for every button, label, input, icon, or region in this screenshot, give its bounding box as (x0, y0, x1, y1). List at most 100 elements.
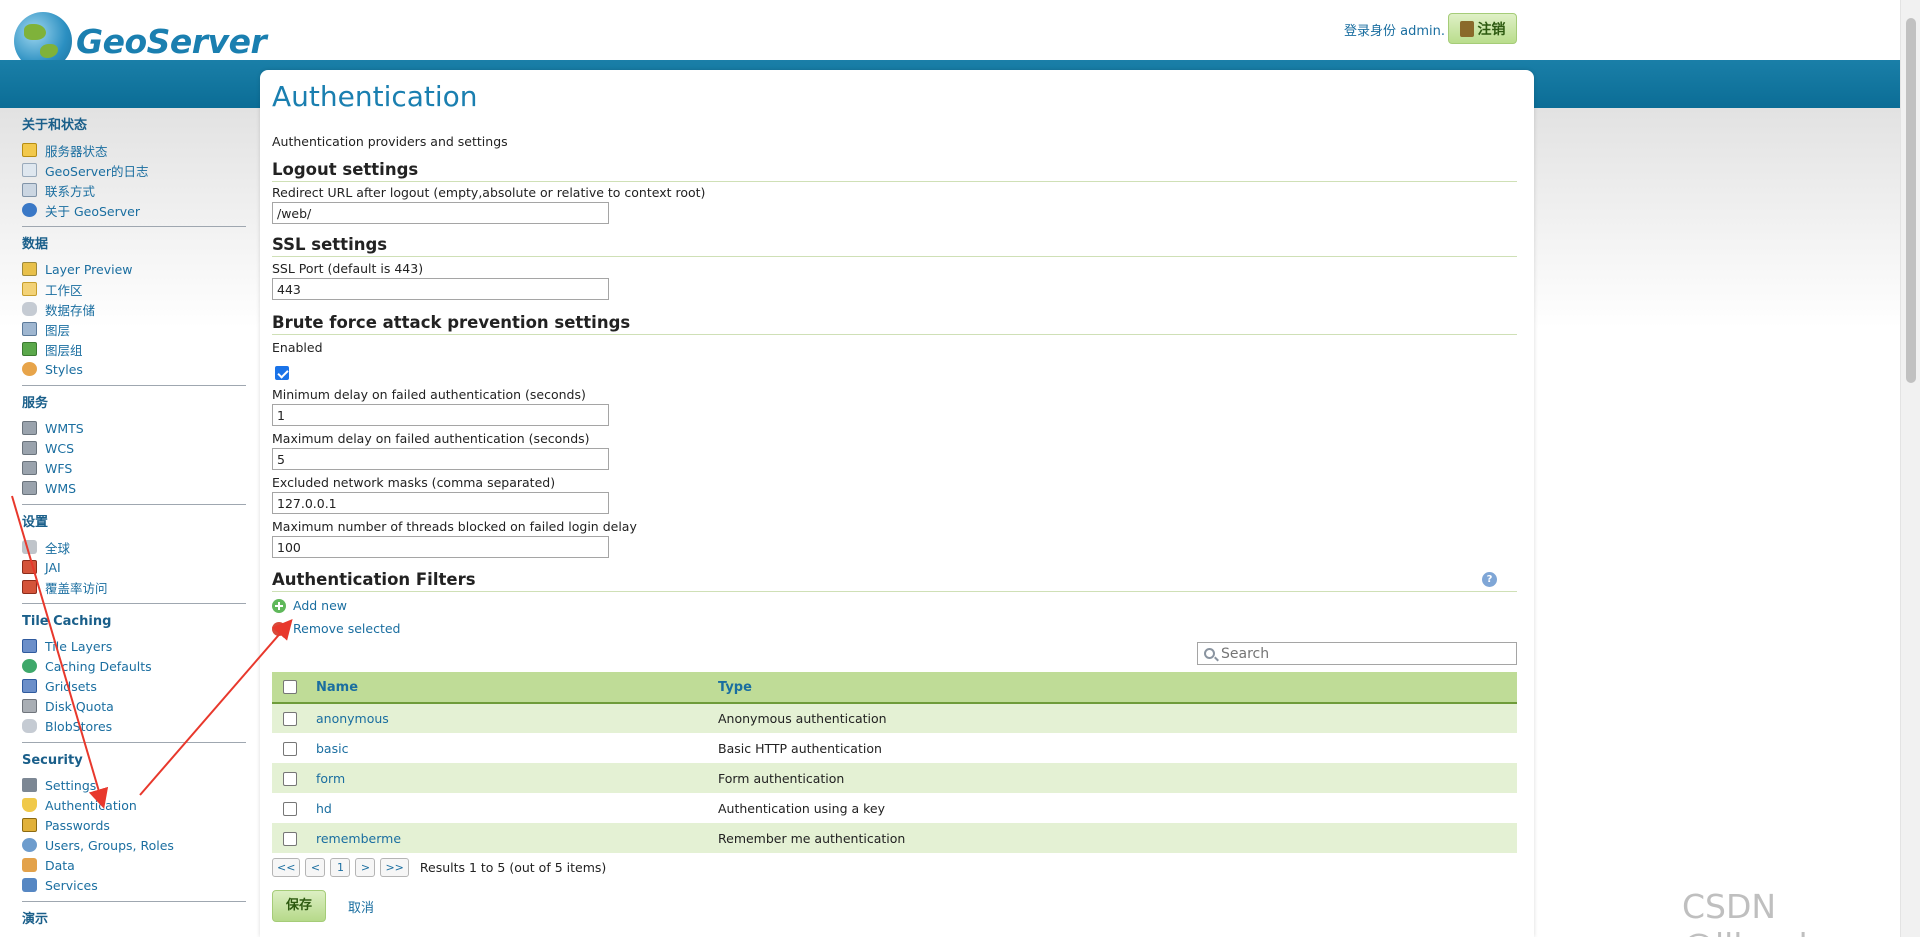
sidebar-item-passwords[interactable]: Passwords (22, 815, 247, 835)
sidebar-item-gridsets[interactable]: Gridsets (22, 676, 247, 696)
sidebar-item-disk-quota[interactable]: Disk Quota (22, 696, 247, 716)
sidebar-item-label: BlobStores (45, 718, 113, 734)
min-delay-input[interactable] (272, 404, 609, 426)
search-box[interactable] (1197, 642, 1517, 665)
pager-page-button[interactable]: 1 (330, 857, 351, 877)
sidebar-item-label: JAI (45, 559, 61, 575)
filter-name-link[interactable]: form (316, 763, 718, 793)
database-icon (22, 719, 37, 733)
sidebar-item-label: 服务器状态 (45, 143, 108, 159)
ssl-settings-section: SSL settings SSL Port (default is 443) (272, 235, 1517, 300)
column-header-type[interactable]: Type (718, 672, 1517, 704)
sidebar-item-wmts[interactable]: WMTS (22, 418, 247, 438)
logout-button[interactable]: 注销 (1448, 13, 1517, 44)
filter-type: Anonymous authentication (718, 711, 887, 726)
sidebar-item-services[interactable]: Services (22, 875, 247, 895)
help-icon[interactable]: ? (1482, 572, 1497, 587)
brute-force-enabled-checkbox[interactable] (275, 365, 289, 380)
ssl-port-input[interactable] (272, 278, 609, 300)
nav-section-heading: 数据 (22, 237, 49, 252)
sidebar-item-label: Gridsets (45, 678, 97, 694)
row-checkbox[interactable] (283, 741, 297, 756)
page-scrollbar[interactable] (1900, 0, 1920, 937)
sidebar-item[interactable]: 数据存储 (22, 299, 247, 319)
redirect-url-input[interactable] (272, 202, 609, 224)
filter-name-link[interactable]: rememberme (316, 823, 718, 853)
pager-next-button[interactable]: > (355, 857, 376, 877)
services-icon (22, 878, 37, 892)
sidebar-item[interactable]: 联系方式 (22, 180, 247, 200)
filter-name-link[interactable]: basic (316, 733, 718, 763)
row-checkbox[interactable] (283, 831, 297, 846)
pager-last-button[interactable]: >> (380, 857, 409, 877)
row-checkbox[interactable] (283, 712, 297, 727)
sidebar-item-geoserver[interactable]: 关于 GeoServer (22, 200, 247, 220)
nav-section-heading: 关于和状态 (22, 118, 88, 133)
sidebar-item[interactable]: 服务器状态 (22, 140, 247, 160)
save-button[interactable]: 保存 (272, 890, 326, 922)
sidebar-item[interactable]: 全球 (22, 537, 247, 557)
filter-name-link[interactable]: anonymous (316, 703, 718, 733)
search-icon (1204, 648, 1215, 659)
sidebar-item-label: Tile Layers (45, 638, 113, 654)
add-new-label: Add new (293, 598, 348, 613)
sidebar-item-styles[interactable]: Styles (22, 359, 247, 379)
max-threads-input[interactable] (272, 536, 609, 558)
sidebar-item-label: GeoServer的日志 (45, 163, 149, 179)
remove-selected-link[interactable]: Remove selected (272, 617, 1517, 640)
excluded-masks-input[interactable] (272, 492, 609, 514)
add-new-link[interactable]: Add new (272, 594, 1517, 617)
excluded-masks-label: Excluded network masks (comma separated) (272, 475, 556, 490)
server-icon (22, 441, 37, 455)
nav-section: 设置全球 JAI 覆盖率访问 (22, 513, 247, 597)
info-icon (22, 203, 37, 217)
sidebar-item-label: Layer Preview (45, 261, 133, 277)
sidebar-item-data[interactable]: Data (22, 855, 247, 875)
table-row: hd Authentication using a key (272, 793, 1517, 823)
jai-icon (22, 560, 37, 574)
sidebar-item-caching-defaults[interactable]: Caching Defaults (22, 656, 247, 676)
column-header-name[interactable]: Name (316, 672, 718, 704)
logout-label: 注销 (1477, 21, 1506, 38)
sidebar-item[interactable]: 图层组 (22, 339, 247, 359)
search-input[interactable] (1221, 645, 1501, 662)
sidebar-item[interactable]: 工作区 (22, 279, 247, 299)
pager-prev-button[interactable]: < (305, 857, 326, 877)
filter-name-link[interactable]: hd (316, 793, 718, 823)
login-info: 登录身份 admin. (1344, 24, 1445, 39)
nav-section-heading: 设置 (22, 515, 49, 530)
scroll-thumb[interactable] (1906, 18, 1916, 383)
sidebar-item-wcs[interactable]: WCS (22, 438, 247, 458)
select-all-checkbox[interactable] (283, 680, 297, 694)
nav-section: 关于和状态服务器状态 GeoServer的日志 联系方式 关于 GeoServer (22, 116, 247, 220)
sidebar-item-wfs[interactable]: WFS (22, 458, 247, 478)
nav-divider (22, 901, 246, 902)
max-delay-input[interactable] (272, 448, 609, 470)
remove-selected-label: Remove selected (293, 621, 401, 636)
nav-section: 数据 Layer Preview 工作区 数据存储 图层 图层组 Styles (22, 235, 247, 379)
sidebar-item[interactable]: 图层 (22, 319, 247, 339)
row-checkbox[interactable] (283, 801, 297, 816)
sidebar-item[interactable]: 覆盖率访问 (22, 577, 247, 597)
lock-icon (22, 818, 37, 832)
row-checkbox[interactable] (283, 771, 297, 786)
sidebar-item-label: Styles (45, 361, 83, 377)
sidebar-item-tile-layers[interactable]: Tile Layers (22, 636, 247, 656)
sidebar-item-authentication[interactable]: Authentication (22, 795, 247, 815)
sidebar-item-wms[interactable]: WMS (22, 478, 247, 498)
nav-divider (22, 603, 246, 604)
nav-divider (22, 504, 246, 505)
sidebar-item-settings[interactable]: Settings (22, 775, 247, 795)
sidebar-item-label: Passwords (45, 817, 110, 833)
table-row: form Form authentication (272, 763, 1517, 793)
sidebar-item-blobstores[interactable]: BlobStores (22, 716, 247, 736)
sidebar-item-jai[interactable]: JAI (22, 557, 247, 577)
cancel-link[interactable]: 取消 (348, 897, 374, 916)
sidebar-item-layer-preview[interactable]: Layer Preview (22, 259, 247, 279)
sidebar-item-geoserver[interactable]: GeoServer的日志 (22, 160, 247, 180)
sidebar-item-label: Services (45, 877, 98, 893)
pager-first-button[interactable]: << (272, 857, 301, 877)
sidebar-item-label: Settings (45, 777, 97, 793)
nav-section: Security Settings Authentication Passwords U… (22, 751, 247, 895)
sidebar-item-users-groups-roles[interactable]: Users, Groups, Roles (22, 835, 247, 855)
